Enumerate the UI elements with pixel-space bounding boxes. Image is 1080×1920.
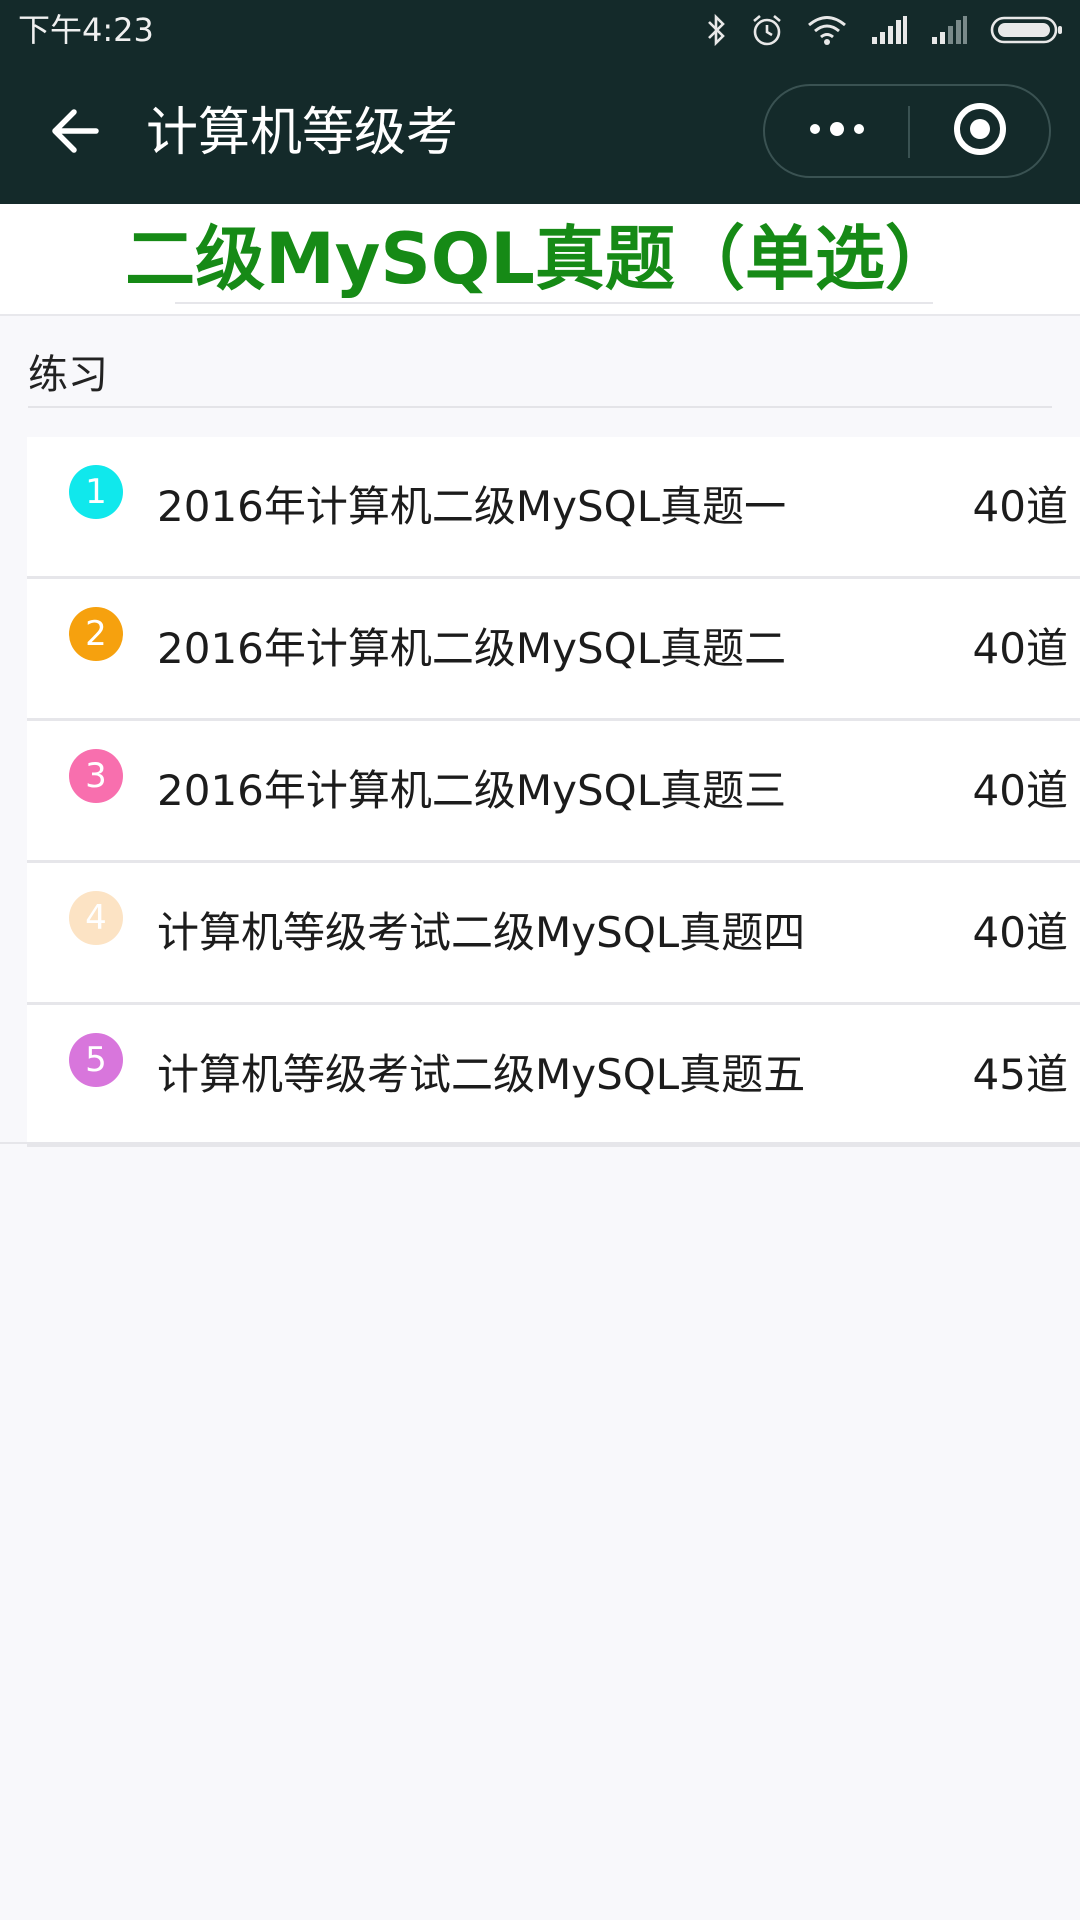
exercise-list: 1 2016年计算机二级MySQL真题一 40道 2 2016年计算机二级MyS… (27, 437, 1080, 1147)
list-item[interactable]: 5 计算机等级考试二级MySQL真题五 45道 (27, 1005, 1080, 1147)
signal-icon-2 (930, 15, 968, 45)
item-title: 2016年计算机二级MySQL真题三 (157, 766, 787, 815)
more-icon (807, 119, 867, 143)
item-title: 2016年计算机二级MySQL真题二 (157, 624, 787, 673)
section-divider (28, 406, 1052, 408)
back-arrow-icon (48, 104, 102, 162)
status-time: 下午4:23 (18, 11, 154, 49)
item-count: 45道 (972, 1050, 1068, 1099)
item-number-badge: 3 (69, 749, 123, 803)
status-icons (706, 10, 1064, 50)
item-number-badge: 5 (69, 1033, 123, 1087)
status-bar: 下午4:23 (0, 0, 1080, 60)
battery-icon (990, 15, 1064, 45)
item-count: 40道 (972, 482, 1068, 531)
list-item[interactable]: 4 计算机等级考试二级MySQL真题四 40道 (27, 863, 1080, 1005)
item-count: 40道 (972, 766, 1068, 815)
item-title: 2016年计算机二级MySQL真题一 (157, 482, 787, 531)
item-title: 计算机等级考试二级MySQL真题五 (157, 1050, 806, 1099)
page-title: 二级MySQL真题（单选） (125, 218, 955, 300)
close-mini-program-button[interactable] (910, 86, 1049, 176)
more-button[interactable] (765, 86, 908, 176)
alarm-icon (750, 13, 784, 47)
item-number-badge: 1 (69, 465, 123, 519)
list-bottom-divider (0, 1142, 1080, 1144)
item-number-badge: 2 (69, 607, 123, 661)
capsule-menu (763, 84, 1051, 178)
list-item[interactable]: 3 2016年计算机二级MySQL真题三 40道 (27, 721, 1080, 863)
item-title: 计算机等级考试二级MySQL真题四 (157, 908, 806, 957)
wifi-icon (806, 14, 848, 46)
bluetooth-icon (706, 13, 728, 47)
item-count: 40道 (972, 624, 1068, 673)
signal-icon (870, 15, 908, 45)
item-number-badge: 4 (69, 891, 123, 945)
nav-title: 计算机等级考 (146, 103, 459, 163)
item-count: 40道 (972, 908, 1068, 957)
back-button[interactable] (40, 98, 110, 168)
page-title-underline (175, 302, 933, 304)
section-label: 练习 (28, 352, 108, 398)
list-item[interactable]: 1 2016年计算机二级MySQL真题一 40道 (27, 437, 1080, 579)
list-item[interactable]: 2 2016年计算机二级MySQL真题二 40道 (27, 579, 1080, 721)
nav-bar: 计算机等级考 (0, 60, 1080, 204)
page-header: 二级MySQL真题（单选） (0, 204, 1080, 316)
close-mini-program-icon (952, 101, 1008, 161)
